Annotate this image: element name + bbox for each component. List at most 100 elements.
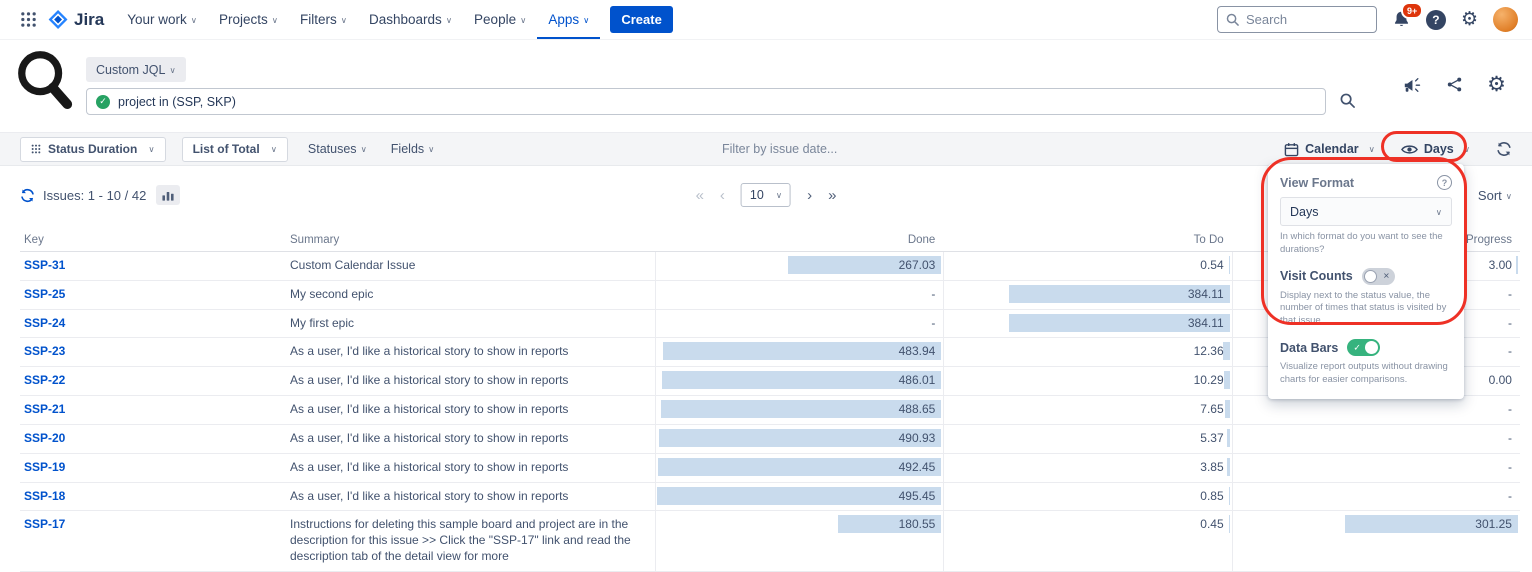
chart-view-button[interactable] (156, 185, 180, 205)
cell-value: 5.37 (944, 425, 1231, 445)
page-size-select[interactable]: 10 (741, 183, 791, 207)
page-size-value: 10 (750, 188, 764, 202)
report-type-button[interactable]: Status Duration (20, 137, 166, 162)
issue-date-filter-input[interactable] (722, 133, 952, 165)
view-format-dropdown-button[interactable]: Days (1401, 142, 1470, 156)
view-format-panel: View Format Days In which format do you … (1268, 164, 1464, 399)
first-page-button[interactable] (696, 188, 704, 203)
user-avatar[interactable] (1493, 7, 1518, 32)
chevron-down-icon (516, 12, 526, 27)
cell-done: 495.45 (655, 483, 943, 511)
chevron-down-icon (165, 63, 175, 77)
nav-item-filters[interactable]: Filters (289, 0, 358, 39)
search-input[interactable] (1246, 12, 1356, 27)
sort-label: Sort (1478, 188, 1502, 203)
share-icon[interactable] (1446, 76, 1463, 93)
format-select[interactable]: Days (1280, 197, 1452, 226)
jql-mode-label: Custom JQL (96, 63, 165, 77)
cell-value: 3.85 (944, 454, 1231, 474)
issue-key-link[interactable]: SSP-20 (24, 425, 65, 445)
table-row: SSP-17 Instructions for deleting this sam… (20, 511, 1520, 571)
chevron-down-icon (772, 188, 782, 202)
prev-page-button[interactable] (720, 188, 725, 203)
run-query-button[interactable] (1340, 93, 1355, 108)
create-button[interactable]: Create (610, 6, 672, 33)
cell-in-progress: 301.25 (1232, 511, 1520, 570)
cell-value: 301.25 (1233, 511, 1520, 531)
fields-dropdown[interactable]: Fields (387, 142, 439, 156)
announcement-icon[interactable] (1402, 76, 1422, 94)
issue-key-link[interactable]: SSP-24 (24, 310, 65, 330)
jql-query-field[interactable] (86, 88, 1326, 115)
report-settings-gear-icon[interactable]: ⚙ (1487, 74, 1506, 95)
nav-item-people[interactable]: People (463, 0, 537, 39)
cell-to-do: 10.29 (943, 367, 1231, 395)
nav-item-apps[interactable]: Apps (537, 0, 600, 39)
issue-summary: Instructions for deleting this sample bo… (290, 511, 655, 570)
global-search[interactable] (1217, 6, 1377, 33)
nav-item-label: Filters (300, 12, 337, 27)
settings-gear-icon[interactable]: ⚙ (1461, 10, 1478, 29)
chevron-down-icon (1365, 142, 1375, 156)
issue-key-link[interactable]: SSP-18 (24, 483, 65, 503)
data-bars-row: Data Bars (1280, 339, 1452, 356)
calendar-dropdown[interactable]: Calendar (1284, 142, 1375, 157)
cell-value: 483.94 (656, 338, 943, 358)
nav-item-dashboards[interactable]: Dashboards (358, 0, 463, 39)
cell-value: 0.45 (944, 511, 1231, 531)
issue-key-link[interactable]: SSP-25 (24, 281, 65, 301)
list-type-label: List of Total (193, 142, 260, 156)
column-header-summary[interactable]: Summary (290, 234, 655, 246)
next-page-button[interactable] (807, 188, 812, 203)
jira-logo[interactable]: Jira (48, 9, 104, 30)
issue-key-link[interactable]: SSP-23 (24, 338, 65, 358)
chevron-down-icon (268, 12, 278, 27)
issue-key-link[interactable]: SSP-21 (24, 396, 65, 416)
visit-counts-row: Visit Counts (1280, 268, 1452, 285)
issue-summary: My first epic (290, 310, 655, 338)
app-switcher-button[interactable] (14, 6, 42, 34)
cell-in-progress: - (1232, 454, 1520, 482)
cell-value: - (1233, 454, 1520, 474)
sort-button[interactable]: Sort (1478, 188, 1512, 203)
issues-count-label: Issues: 1 - 10 / 42 (43, 188, 146, 203)
last-page-button[interactable] (828, 188, 836, 203)
jira-wordmark: Jira (74, 10, 104, 30)
cell-value: - (1233, 483, 1520, 503)
cell-done: 267.03 (655, 252, 943, 280)
issue-summary: As a user, I'd like a historical story t… (290, 454, 655, 482)
fields-label: Fields (391, 142, 424, 156)
notifications-button[interactable]: 9+ (1392, 10, 1411, 29)
data-bars-toggle[interactable] (1347, 339, 1380, 356)
grid-icon (31, 144, 41, 154)
cell-to-do: 0.54 (943, 252, 1231, 280)
issue-key-link[interactable]: SSP-22 (24, 367, 65, 387)
cell-value: 7.65 (944, 396, 1231, 416)
column-header-done[interactable]: Done (655, 234, 943, 246)
column-header-to-do[interactable]: To Do (943, 234, 1231, 246)
table-row: SSP-20As a user, I'd like a historical s… (20, 425, 1520, 454)
issue-summary: As a user, I'd like a historical story t… (290, 367, 655, 395)
visit-counts-toggle[interactable] (1362, 268, 1395, 285)
chevron-down-icon (1460, 142, 1470, 156)
help-icon[interactable] (1437, 175, 1452, 190)
list-type-button[interactable]: List of Total (182, 137, 288, 162)
visit-counts-label: Visit Counts (1280, 269, 1353, 283)
pagination: 10 (696, 183, 837, 207)
refresh-icon[interactable] (20, 188, 35, 203)
column-header-key[interactable]: Key (20, 234, 290, 246)
issue-key-link[interactable]: SSP-31 (24, 252, 65, 272)
chevron-down-icon (267, 142, 277, 156)
sync-icon[interactable] (1496, 141, 1512, 157)
cell-to-do: 0.85 (943, 483, 1231, 511)
issue-key-link[interactable]: SSP-17 (24, 511, 65, 531)
jql-query-input[interactable] (118, 95, 1316, 109)
jql-mode-dropdown[interactable]: Custom JQL (86, 57, 186, 82)
statuses-dropdown[interactable]: Statuses (304, 142, 371, 156)
eye-icon (1401, 143, 1418, 156)
help-button[interactable] (1426, 10, 1446, 30)
issue-key-link[interactable]: SSP-19 (24, 454, 65, 474)
main-nav: Your work Projects Filters Dashboards Pe… (116, 0, 600, 39)
nav-item-projects[interactable]: Projects (208, 0, 289, 39)
nav-item-your-work[interactable]: Your work (116, 0, 208, 39)
